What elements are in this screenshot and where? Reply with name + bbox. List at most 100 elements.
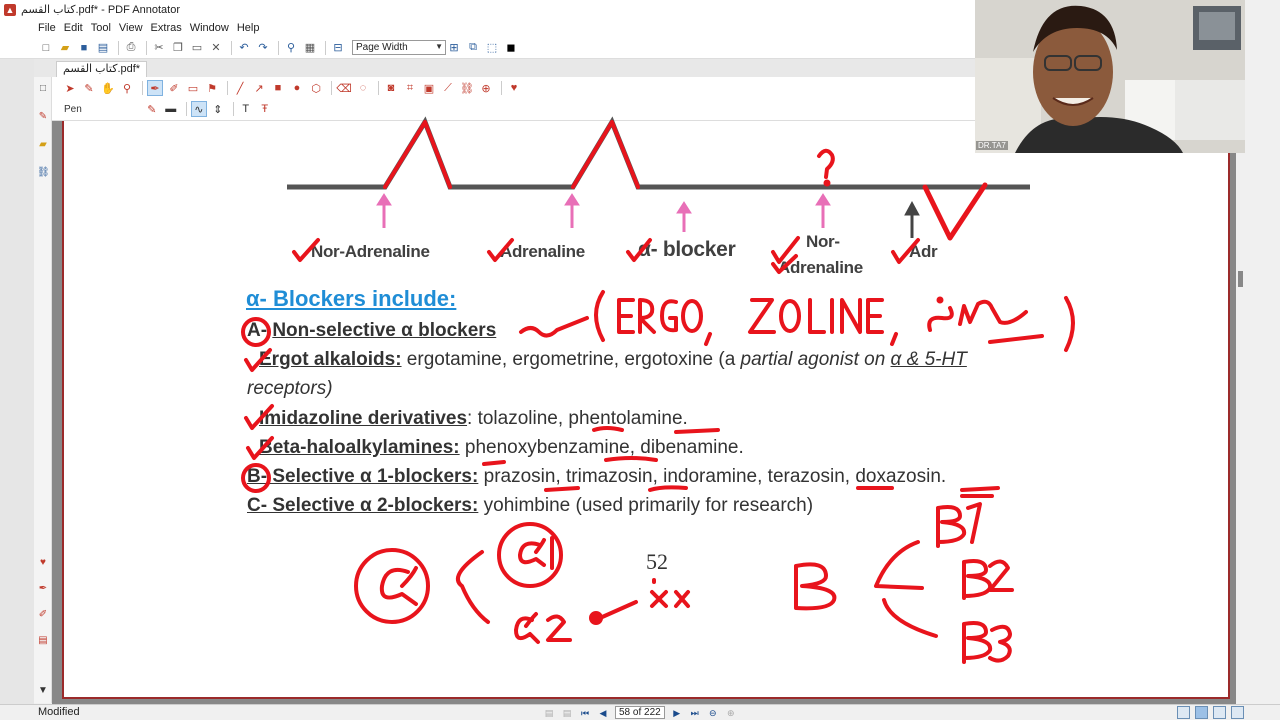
open-icon[interactable]: ▰ (57, 40, 73, 56)
menu-extras[interactable]: Extras (151, 22, 182, 34)
last-page-icon[interactable]: ⏭ (689, 707, 701, 719)
find-icon[interactable]: ⚲ (283, 40, 299, 56)
straight-line-icon[interactable]: ⇕ (210, 101, 226, 117)
text-box-icon[interactable]: ▭ (185, 80, 201, 96)
line-icon[interactable]: ╱ (232, 80, 248, 96)
b-title: B- Selective α 1-blockers: (247, 466, 479, 487)
heart-icon[interactable]: ♥ (37, 557, 49, 569)
paste-icon[interactable]: ▭ (189, 40, 205, 56)
pen-sidebar-icon[interactable]: ✎ (37, 111, 49, 123)
ergot-text: ergotamine, ergometrine, ergotoxine (a (401, 349, 741, 370)
section-heading: α- Blockers include: (246, 286, 457, 311)
label-adrenaline-2: Adrenaline (778, 258, 863, 277)
ergot-continued: receptors) (247, 378, 333, 399)
view-mode-buttons (1172, 706, 1244, 719)
link-icon[interactable]: ⛓ (459, 80, 475, 96)
favorites-heart-icon[interactable]: ♥ (506, 80, 522, 96)
title-bar: ▲ كتاب القسم.pdf* - PDF Annotator (0, 0, 975, 19)
hand-icon[interactable]: ✋ (100, 80, 116, 96)
scroll-down-icon[interactable]: ▼ (37, 685, 49, 697)
stamp-icon[interactable]: ⚑ (204, 80, 220, 96)
next-page-icon[interactable]: ▶ (671, 707, 683, 719)
history-back-icon[interactable]: ▤ (543, 707, 555, 719)
crop-icon[interactable]: ⌗ (402, 80, 418, 96)
image-icon[interactable]: ▣ (421, 80, 437, 96)
zoom-out-icon[interactable]: ⊟ (330, 40, 346, 56)
cut-icon[interactable]: ✂ (151, 40, 167, 56)
line-width-icon[interactable]: ▬ (163, 101, 179, 117)
ergot-italic: partial agonist on (740, 349, 891, 370)
previous-page-icon[interactable]: ◀ (597, 707, 609, 719)
new-icon[interactable]: □ (38, 40, 54, 56)
eraser-icon[interactable]: ⌫ (336, 80, 352, 96)
redo-icon[interactable]: ↷ (255, 40, 271, 56)
ellipse-icon[interactable]: ● (289, 80, 305, 96)
window-title: كتاب القسم.pdf* - PDF Annotator (21, 4, 180, 16)
polygon-icon[interactable]: ⬡ (308, 80, 324, 96)
rectangle-icon[interactable]: ■ (270, 80, 286, 96)
two-page-continuous-view-icon[interactable] (1231, 706, 1244, 719)
folder-icon[interactable]: ▰ (37, 139, 49, 151)
ruler-icon[interactable]: ⟋ (440, 80, 456, 96)
pointer-icon[interactable]: ➤ (62, 80, 78, 96)
toolbar-separator (185, 102, 187, 116)
arrow-icon[interactable]: ↗ (251, 80, 267, 96)
undo-icon[interactable]: ↶ (236, 40, 252, 56)
scrollbar-thumb[interactable] (1238, 271, 1243, 287)
menu-view[interactable]: View (119, 22, 143, 34)
camera-icon[interactable]: ◙ (383, 80, 399, 96)
pen-color-icon[interactable]: ✎ (144, 101, 160, 117)
highlighter-icon[interactable]: ✐ (166, 80, 182, 96)
pen-icon[interactable]: ✒ (147, 80, 163, 96)
magnifier-icon[interactable]: ⚲ (119, 80, 135, 96)
page-icon[interactable]: □ (37, 83, 49, 95)
text-icon[interactable]: T (238, 101, 254, 117)
menu-file[interactable]: File (38, 22, 56, 34)
label-noradrenaline: Nor-Adrenaline (311, 242, 430, 261)
toolbar-separator (501, 81, 502, 95)
lasso-select-icon[interactable]: ◌ (355, 80, 371, 96)
menu-help[interactable]: Help (237, 22, 260, 34)
document-tab[interactable]: كتاب القسم.pdf* (56, 61, 148, 77)
zoom-select[interactable]: Page Width ▼ (352, 40, 446, 55)
vertical-scrollbar[interactable] (1236, 121, 1245, 704)
go-back-icon[interactable]: ⊖ (707, 707, 719, 719)
copy-icon[interactable]: ❐ (170, 40, 186, 56)
delete-icon[interactable]: ✕ (208, 40, 224, 56)
save-all-icon[interactable]: ▤ (95, 40, 111, 56)
lasso-icon[interactable]: ✎ (81, 80, 97, 96)
smooth-stroke-icon[interactable]: ∿ (190, 101, 207, 117)
fit-width-icon[interactable]: ⬚ (484, 40, 500, 56)
menu-tool[interactable]: Tool (91, 22, 111, 34)
go-forward-icon[interactable]: ⊕ (725, 707, 737, 719)
status-bar: Modified ▤ ▤ ⏮ ◀ 58 of 222 ▶ ⏭ ⊖ ⊕ (0, 704, 1280, 720)
menu-window[interactable]: Window (190, 22, 229, 34)
page-number-field[interactable]: 58 of 222 (615, 706, 665, 719)
highlighter-favorite-icon[interactable]: ✐ (37, 609, 49, 621)
webcam-video (975, 0, 1245, 153)
single-page-view-icon[interactable] (1177, 706, 1190, 719)
ergot-italic-underlined: α & 5-HT (890, 349, 967, 370)
chevron-down-icon: ▼ (435, 42, 443, 51)
fullscreen-icon[interactable]: ◼ (503, 40, 519, 56)
first-page-icon[interactable]: ⏮ (579, 707, 591, 719)
toolbar-separator (378, 81, 379, 95)
history-forward-icon[interactable]: ▤ (561, 707, 573, 719)
zoom-in-icon[interactable]: ⊞ (446, 40, 462, 56)
print-icon[interactable]: ⎙ (123, 40, 139, 56)
pen-favorite-icon[interactable]: ✒ (37, 583, 49, 595)
toolbar-separator (146, 40, 147, 55)
select-icon[interactable]: ▦ (302, 40, 318, 56)
attach-icon[interactable]: ⊕ (478, 80, 494, 96)
two-page-view-icon[interactable] (1213, 706, 1226, 719)
save-icon[interactable]: ■ (76, 40, 92, 56)
status-text: Modified (38, 706, 80, 718)
fit-page-icon[interactable]: ⧉ (465, 40, 481, 56)
continuous-view-icon[interactable] (1195, 706, 1208, 719)
strikeout-icon[interactable]: Ŧ (257, 101, 273, 117)
tool-properties-row: Pen ✎ ▬ ∿ ⇕ T Ŧ (64, 101, 276, 117)
stamp-favorite-icon[interactable]: ▤ (37, 635, 49, 647)
pdf-annotator-icon: ▲ (4, 3, 16, 16)
menu-edit[interactable]: Edit (64, 22, 83, 34)
link-sidebar-icon[interactable]: ⛓ (37, 167, 50, 179)
